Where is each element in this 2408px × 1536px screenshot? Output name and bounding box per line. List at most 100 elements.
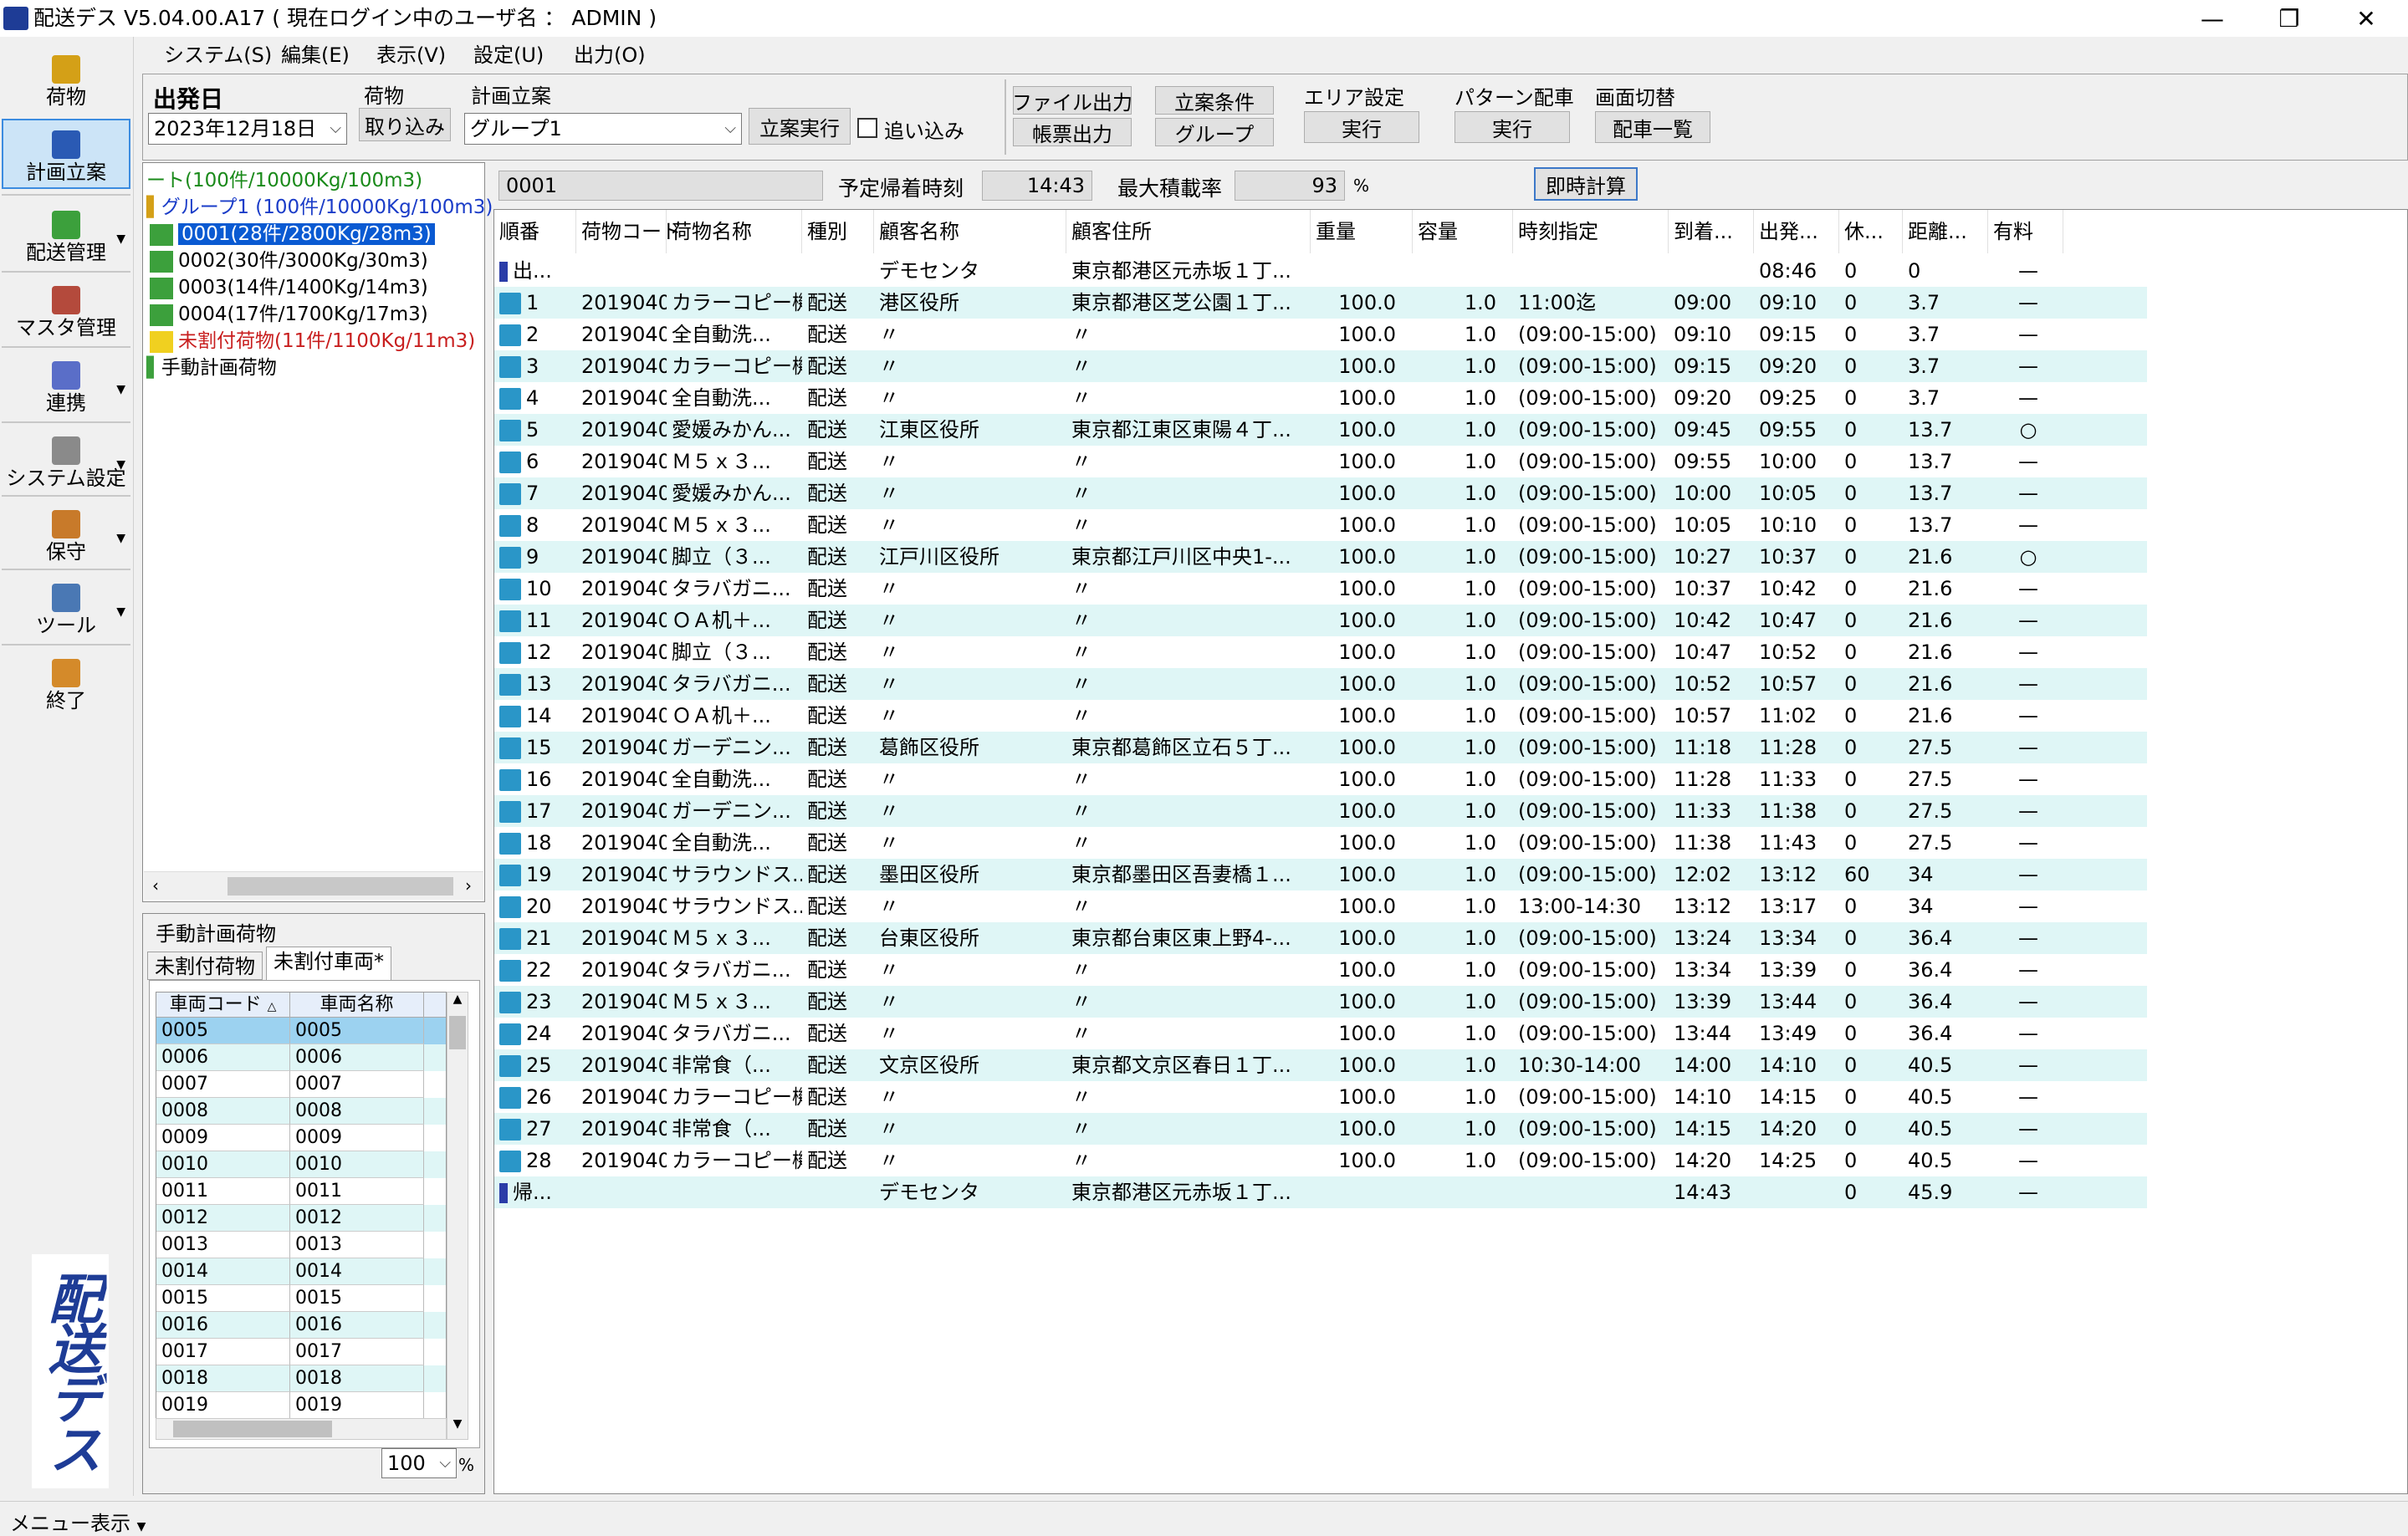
col-vehicle-code[interactable]: 車両コード △ [156, 993, 290, 1017]
vehicle-row[interactable]: 0008 0008 [156, 1098, 446, 1125]
scroll-left-icon[interactable]: ‹ [152, 875, 159, 896]
vehicle-vscrollbar[interactable]: ▲ ▼ [447, 992, 468, 1440]
column-header[interactable]: 休... [1839, 210, 1903, 253]
minimize-button[interactable]: — [2175, 0, 2250, 37]
pattern-exec-button[interactable]: 実行 [1455, 111, 1570, 143]
plan-group-select[interactable]: グループ1 ⌵ [464, 113, 742, 145]
scroll-right-icon[interactable]: › [465, 875, 472, 896]
vehicle-row[interactable]: 0016 0016 [156, 1312, 446, 1339]
route-row[interactable]: 1 201904050015カラーコピー機配送 港区役所 東京都港区芝公園１丁... 1… [494, 287, 2147, 319]
nav-planning[interactable]: 計画立案 [2, 119, 130, 189]
maximize-button[interactable]: ❐ [2252, 0, 2327, 37]
column-header[interactable]: 順番 [494, 210, 576, 253]
tab-unassigned-cargo[interactable]: 未割付荷物 [147, 952, 263, 980]
column-header[interactable]: 容量 [1413, 210, 1513, 253]
plan-condition-button[interactable]: 立案条件 [1155, 86, 1274, 115]
column-header[interactable]: 顧客住所 [1066, 210, 1311, 253]
nav-exit[interactable]: 終了 [2, 646, 130, 716]
route-row[interactable]: 17 201904050003ガーデニン... 配送 〃 〃 100.0 1.0 (09:00… [494, 795, 2147, 827]
route-row[interactable]: 6 201904050012Ｍ５ｘ３... 配送 〃 〃 100.0 1.0 (09:00-1… [494, 446, 2147, 477]
nav-system-settings[interactable]: システム設定 ▼ [2, 423, 130, 493]
route-row[interactable]: 10 201904050006タラバガニ... 配送 〃 〃 100.0 1.0 (09:00… [494, 573, 2147, 605]
route-row[interactable]: 出... デモセンタ 東京都港区元赤坂１丁... 08:46 0 0 — [494, 255, 2147, 287]
col-vehicle-name[interactable]: 車両名称 [290, 993, 424, 1017]
scroll-thumb[interactable] [173, 1421, 332, 1437]
route-row[interactable]: 26 201904050073カラーコピー機配送 〃 〃 100.0 1.0 (09:00-… [494, 1081, 2147, 1113]
vehicle-row[interactable]: 0007 0007 [156, 1071, 446, 1098]
nav-cargo[interactable]: 荷物 [2, 42, 130, 112]
vehicle-row[interactable]: 0019 0019 [156, 1392, 446, 1419]
menu-toggle[interactable]: メニュー表示 ▼ [10, 1507, 146, 1536]
tree-node-vehicle-0003[interactable]: 0003(14件/1400Kg/14m3) [150, 275, 428, 300]
route-row[interactable]: 4 201904050018全自動洗... 配送 〃 〃 100.0 1.0 (09:00-1… [494, 382, 2147, 414]
vehicle-row[interactable]: 0012 0012 [156, 1205, 446, 1232]
column-header[interactable]: 時刻指定 [1513, 210, 1669, 253]
route-row[interactable]: 12 201904050008脚立（３... 配送 〃 〃 100.0 1.0 (09:00-… [494, 636, 2147, 668]
tree-node-vehicle-0001[interactable]: 0001(28件/2800Kg/28m3) [150, 222, 435, 247]
vehicle-row[interactable]: 0011 0011 [156, 1178, 446, 1205]
route-row[interactable]: 14 201904050010ＯＡ机＋... 配送 〃 〃 100.0 1.0 (09:00-… [494, 700, 2147, 732]
append-checkbox[interactable] [857, 118, 877, 138]
import-button[interactable]: 取り込み [359, 108, 451, 141]
column-header[interactable]: 種別 [802, 210, 874, 253]
group-button[interactable]: グループ [1155, 118, 1274, 146]
tree-node-root[interactable]: ート(100件/10000Kg/100m3) [146, 168, 422, 193]
menu-edit[interactable]: 編集(E) [281, 38, 350, 72]
scroll-down-icon[interactable]: ▼ [447, 1417, 468, 1439]
menu-settings[interactable]: 設定(U) [473, 38, 544, 72]
menu-view[interactable]: 表示(V) [376, 38, 446, 72]
dispatch-list-button[interactable]: 配車一覧 [1595, 111, 1710, 143]
nav-link[interactable]: 連携 ▼ [2, 348, 130, 418]
file-output-button[interactable]: ファイル出力 [1012, 86, 1132, 115]
tree-node-unassigned[interactable]: 未割付荷物(11件/1100Kg/11m3) [150, 329, 475, 354]
tree-node-manual[interactable]: ▌手動計画荷物 [146, 355, 277, 380]
route-row[interactable]: 11 201904050007ＯＡ机＋... 配送 〃 〃 100.0 1.0 (09:00-… [494, 605, 2147, 636]
menu-output[interactable]: 出力(O) [574, 38, 646, 72]
vehicle-hscrollbar[interactable] [156, 1418, 447, 1440]
vehicle-row[interactable]: 0009 0009 [156, 1125, 446, 1151]
vehicle-row[interactable]: 0017 0017 [156, 1339, 446, 1365]
tab-unassigned-vehicle[interactable]: 未割付車両* [266, 947, 391, 980]
column-header[interactable]: 到着... [1669, 210, 1754, 253]
form-output-button[interactable]: 帳票出力 [1013, 118, 1132, 146]
route-row[interactable]: 22 201904050049タラバガニ... 配送 〃 〃 100.0 1.0 (09:00… [494, 954, 2147, 986]
zoom-select[interactable]: 100 ⌵ [381, 1448, 457, 1478]
route-row[interactable]: 18 201904050004全自動洗... 配送 〃 〃 100.0 1.0 (09:00-… [494, 827, 2147, 859]
route-row[interactable]: 24 201904050051タラバガニ... 配送 〃 〃 100.0 1.0 (09:00… [494, 1018, 2147, 1049]
route-row[interactable]: 8 201904050014Ｍ５ｘ３... 配送 〃 〃 100.0 1.0 (09:00-1… [494, 509, 2147, 541]
column-header[interactable]: 荷物コード [576, 210, 682, 253]
column-header[interactable]: 距離... [1903, 210, 1988, 253]
route-row[interactable]: 28 201904050075カラーコピー機配送 〃 〃 100.0 1.0 (09:00-… [494, 1145, 2147, 1176]
close-button[interactable]: ✕ [2329, 0, 2404, 37]
vehicle-row[interactable]: 0010 0010 [156, 1151, 446, 1178]
column-header[interactable]: 顧客名称 [874, 210, 1066, 253]
route-row[interactable]: 16 201904050002全自動洗... 配送 〃 〃 100.0 1.0 (09:00-… [494, 763, 2147, 795]
route-row[interactable]: 27 201904050074非常食（... 配送 〃 〃 100.0 1.0 (09:00-… [494, 1113, 2147, 1145]
route-row[interactable]: 5 201904050011愛媛みかん... 配送 江東区役所 東京都江東区東陽４丁..… [494, 414, 2147, 446]
route-row[interactable]: 21 201904050048Ｍ５ｘ３... 配送 台東区役所 東京都台東区東上野4-.… [494, 922, 2147, 954]
route-row[interactable]: 20 201904050090サラウンドス...配送 〃 〃 100.0 1.0 13:00… [494, 890, 2147, 922]
route-row[interactable]: 23 201904050050Ｍ５ｘ３... 配送 〃 〃 100.0 1.0 (09:00-… [494, 986, 2147, 1018]
vehicle-code-field[interactable]: 0001 [498, 171, 823, 201]
vehicle-row[interactable]: 0006 0006 [156, 1044, 446, 1071]
plan-exec-button[interactable]: 立案実行 [749, 108, 851, 145]
route-row[interactable]: 9 201904050005脚立（３... 配送 江戸川区役所 東京都江戸川区中央1-.… [494, 541, 2147, 573]
vehicle-row[interactable]: 0015 0015 [156, 1285, 446, 1312]
nav-delivery-manage[interactable]: 配送管理 ▼ [2, 197, 130, 268]
nav-tool[interactable]: ツール ▼ [2, 570, 130, 640]
vehicle-row[interactable]: 0005 0005 [156, 1018, 446, 1044]
instant-calc-button[interactable]: 即時計算 [1534, 167, 1638, 201]
route-row[interactable]: 3 201904050017カラーコピー機配送 〃 〃 100.0 1.0 (09:00-1… [494, 350, 2147, 382]
scroll-up-icon[interactable]: ▲ [447, 993, 468, 1014]
nav-maintenance[interactable]: 保守 ▼ [2, 497, 130, 567]
tree-hscrollbar[interactable]: ‹ › [144, 871, 483, 900]
route-row[interactable]: 帰... デモセンタ 東京都港区元赤坂１丁... 14:43 0 45.9 — [494, 1176, 2147, 1208]
scroll-thumb[interactable] [228, 877, 453, 896]
column-header[interactable]: 重量 [1311, 210, 1413, 253]
vehicle-row[interactable]: 0014 0014 [156, 1258, 446, 1285]
menu-system[interactable]: システム(S) [164, 38, 272, 72]
route-row[interactable]: 7 201904050013愛媛みかん... 配送 〃 〃 100.0 1.0 (09:00-… [494, 477, 2147, 509]
route-row[interactable]: 25 201904050072非常食（... 配送 文京区役所 東京都文京区春日１丁..… [494, 1049, 2147, 1081]
tree-node-vehicle-0002[interactable]: 0002(30件/3000Kg/30m3) [150, 248, 428, 273]
nav-master[interactable]: マスタ管理 [2, 273, 130, 343]
